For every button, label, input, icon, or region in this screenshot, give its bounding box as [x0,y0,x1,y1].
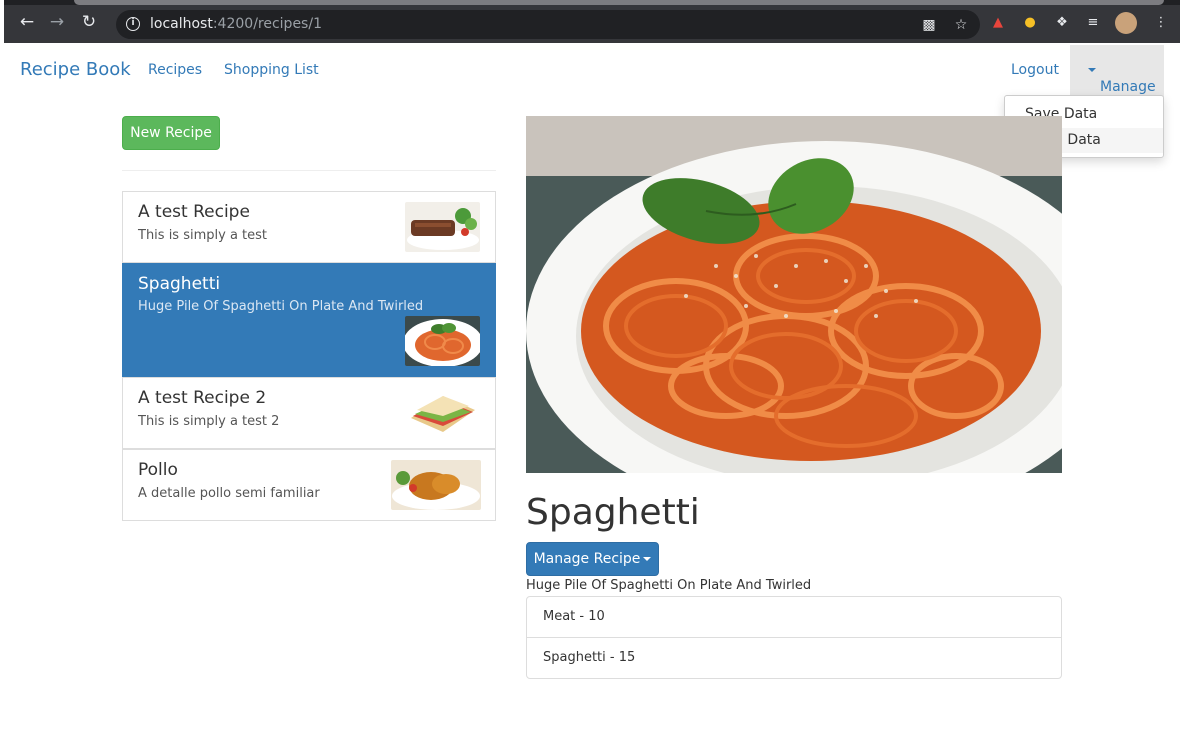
ingredient-item[interactable]: Spaghetti - 15 [526,637,1062,679]
nav-recipes[interactable]: Recipes [148,62,202,78]
manage-recipe-button[interactable]: Manage Recipe [526,542,659,576]
manage-recipe-label: Manage Recipe [533,551,641,567]
active-tab-edge[interactable] [74,0,1164,5]
reload-icon[interactable]: ↻ [80,13,98,31]
address-bar[interactable]: i localhost:4200/recipes/1 ▩ ☆ [116,10,980,39]
translate-icon[interactable]: ▩ [920,16,938,34]
new-recipe-button[interactable]: New Recipe [122,116,220,150]
extension-icon[interactable]: ● [1021,14,1039,32]
divider [122,170,496,171]
recipe-thumbnail [405,202,480,252]
app-navbar: Recipe Book Recipes Shopping List Logout… [0,43,1180,98]
recipe-item-description: A detalle pollo semi familiar [138,486,320,501]
brand-link[interactable]: Recipe Book [20,59,131,80]
recipe-item-description: This is simply a test 2 [138,414,280,429]
reading-list-icon[interactable]: ≡ [1084,14,1102,32]
recipe-description: Huge Pile Of Spaghetti On Plate And Twir… [526,578,812,593]
browser-toolbar: ← → ↻ i localhost:4200/recipes/1 ▩ ☆ ▲ ●… [4,0,1180,43]
ingredient-text: Spaghetti - 15 [543,650,636,665]
profile-avatar[interactable] [1115,12,1137,34]
puzzle-icon[interactable]: ❖ [1053,14,1071,32]
manage-label: Manage [1100,79,1156,95]
extension-icon[interactable]: ▲ [989,14,1007,32]
ingredient-item[interactable]: Meat - 10 [526,596,1062,638]
recipe-list-item-active[interactable]: Spaghetti Huge Pile Of Spaghetti On Plat… [122,263,496,377]
recipe-item-description: This is simply a test [138,228,268,243]
recipe-item-description: Huge Pile Of Spaghetti On Plate And Twir… [138,299,424,314]
recipe-item-title: A test Recipe 2 [138,388,267,408]
recipe-list-item[interactable]: Pollo A detalle pollo semi familiar [122,449,496,521]
recipe-thumbnail [391,460,481,510]
recipe-image [526,116,1062,473]
caret-down-icon [643,557,652,561]
back-icon[interactable]: ← [18,13,36,31]
forward-icon[interactable]: → [48,13,66,31]
nav-shopping-list[interactable]: Shopping List [224,62,319,78]
recipe-list-item[interactable]: A test Recipe This is simply a test [122,191,496,263]
manage-dropdown-toggle[interactable]: Manage [1070,45,1164,97]
recipe-item-title: Spaghetti [138,274,221,294]
kebab-menu-icon[interactable]: ⋮ [1152,14,1170,32]
ingredient-text: Meat - 10 [543,609,605,624]
site-info-icon[interactable]: i [126,17,140,31]
recipe-thumbnail [405,316,480,366]
caret-down-icon [1088,68,1096,72]
recipe-title: Spaghetti [526,492,700,533]
recipe-item-title: A test Recipe [138,202,250,222]
url-text[interactable]: localhost:4200/recipes/1 [150,16,322,32]
bookmark-star-icon[interactable]: ☆ [952,16,970,34]
logout-link[interactable]: Logout [1011,62,1059,78]
recipe-list-item[interactable]: A test Recipe 2 This is simply a test 2 [122,377,496,449]
recipe-item-title: Pollo [138,460,178,480]
recipe-thumbnail [405,388,480,438]
